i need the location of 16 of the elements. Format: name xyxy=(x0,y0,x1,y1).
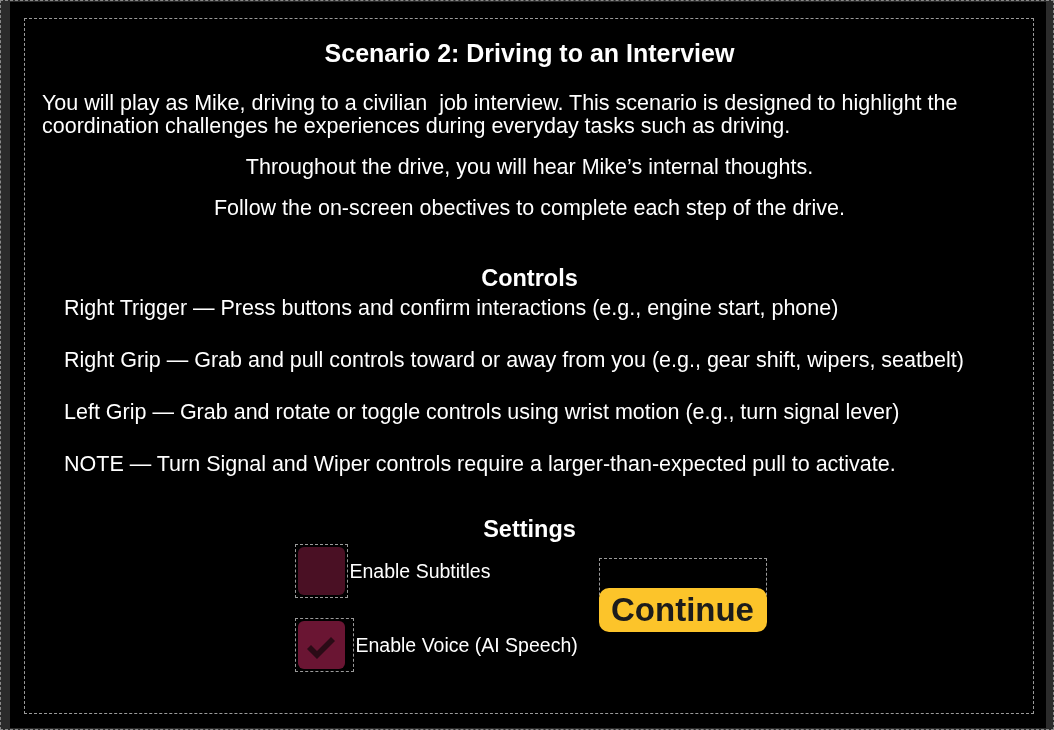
scenario-title: Scenario 2: Driving to an Interview xyxy=(323,39,736,67)
controls-heading: Controls xyxy=(480,265,579,291)
settings-heading: Settings xyxy=(482,516,577,542)
control-description: NOTE — Turn Signal and Wiper controls require a larger-than-expected pull to activate. xyxy=(64,453,897,476)
checkmark-icon xyxy=(306,636,336,660)
checkbox-label: Enable Voice (AI Speech) xyxy=(355,634,578,656)
checkbox[interactable] xyxy=(297,621,345,669)
note-text: Follow the on-screen obectives to complete each step of the drive. xyxy=(213,197,846,220)
description-text: You will play as Mike, driving to a civilian job interview. This scenario is designed to highlight the coordination challenges he experiences during everyday tasks such as driving. xyxy=(41,92,959,138)
control-description: Right Trigger — Press buttons and confirm interactions (e.g., engine start, phone) xyxy=(64,297,840,320)
checkbox[interactable] xyxy=(297,547,345,595)
note-text: Throughout the drive, you will hear Mike’s internal thoughts. xyxy=(244,156,815,179)
checkbox-label: Enable Subtitles xyxy=(349,560,491,582)
control-description: Left Grip — Grab and rotate or toggle controls using wrist motion (e.g., turn signal lever) xyxy=(64,401,901,424)
continue-button[interactable]: Continue xyxy=(598,588,767,632)
control-description: Right Grip — Grab and pull controls toward or away from you (e.g., gear shift, wipers, seatbelt) xyxy=(64,349,965,372)
